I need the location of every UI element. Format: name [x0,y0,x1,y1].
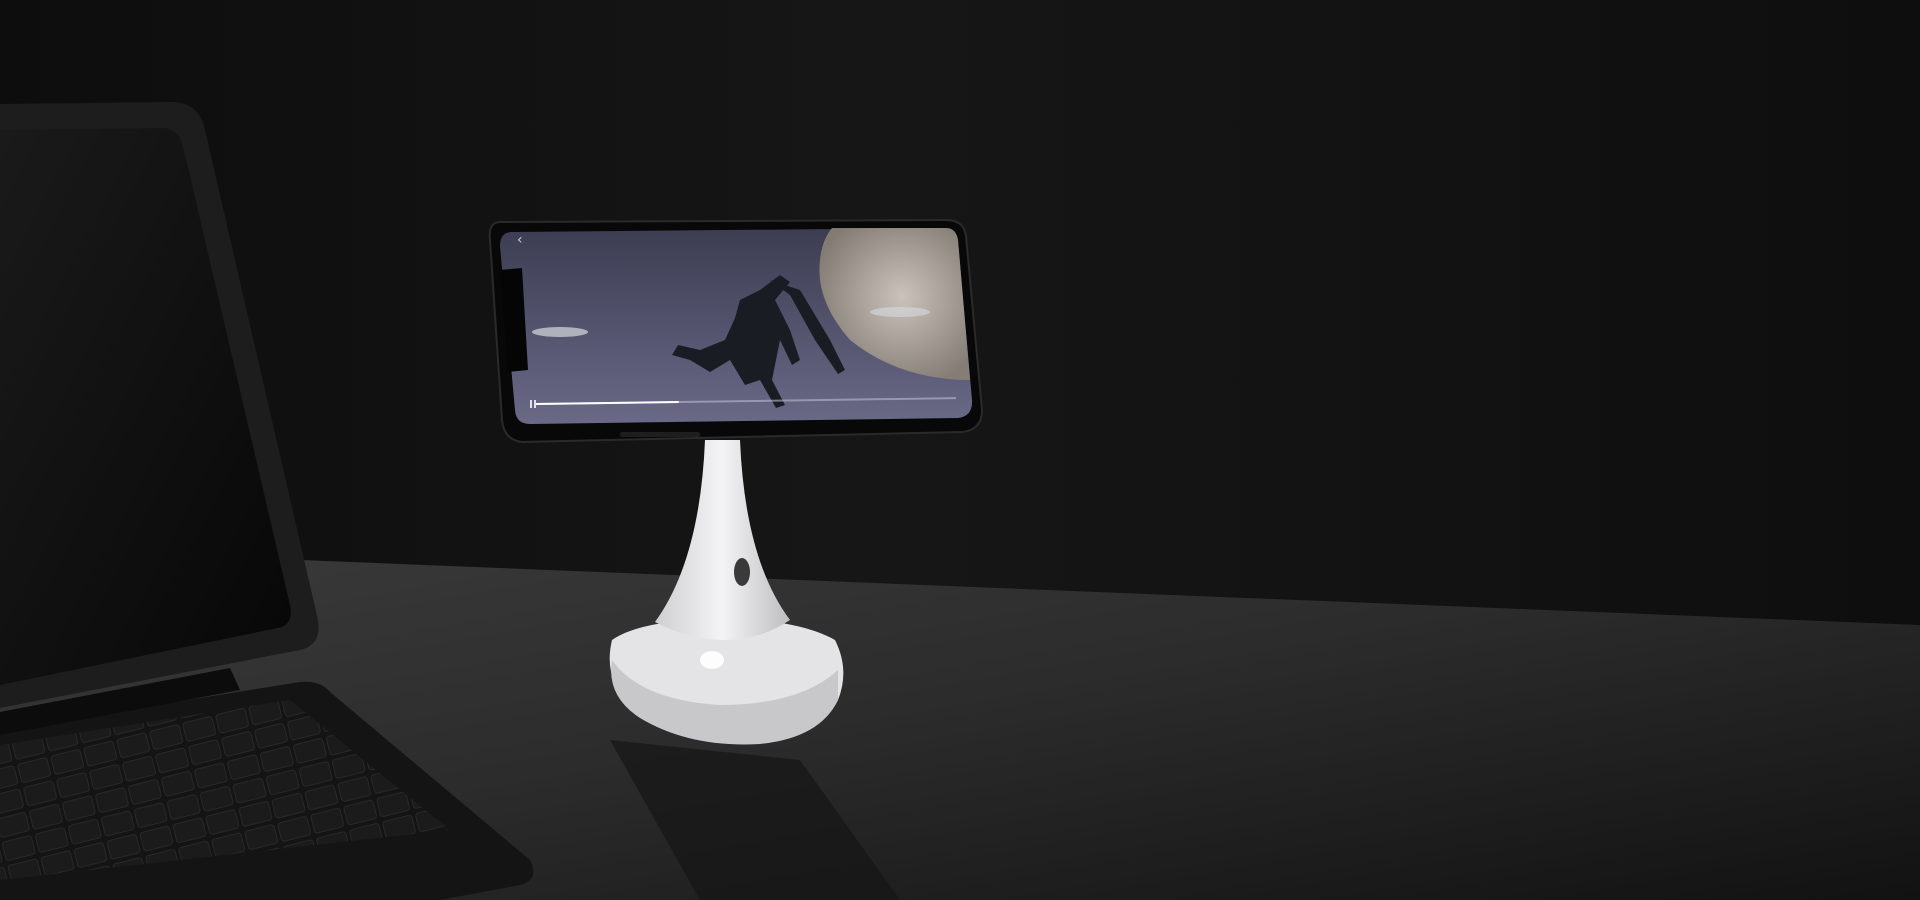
scene-illustration: ‹ [0,102,1920,900]
product-hero-scene: ‹ [0,0,1920,900]
back-chevron-icon[interactable]: ‹ [517,232,523,248]
stand-base-highlight [700,651,724,669]
pause-icon[interactable] [530,400,532,408]
stand-stem-hole [734,558,750,586]
phone-volume-buttons [620,432,700,437]
phone: ‹ [488,218,984,444]
stand-stem [655,440,790,640]
